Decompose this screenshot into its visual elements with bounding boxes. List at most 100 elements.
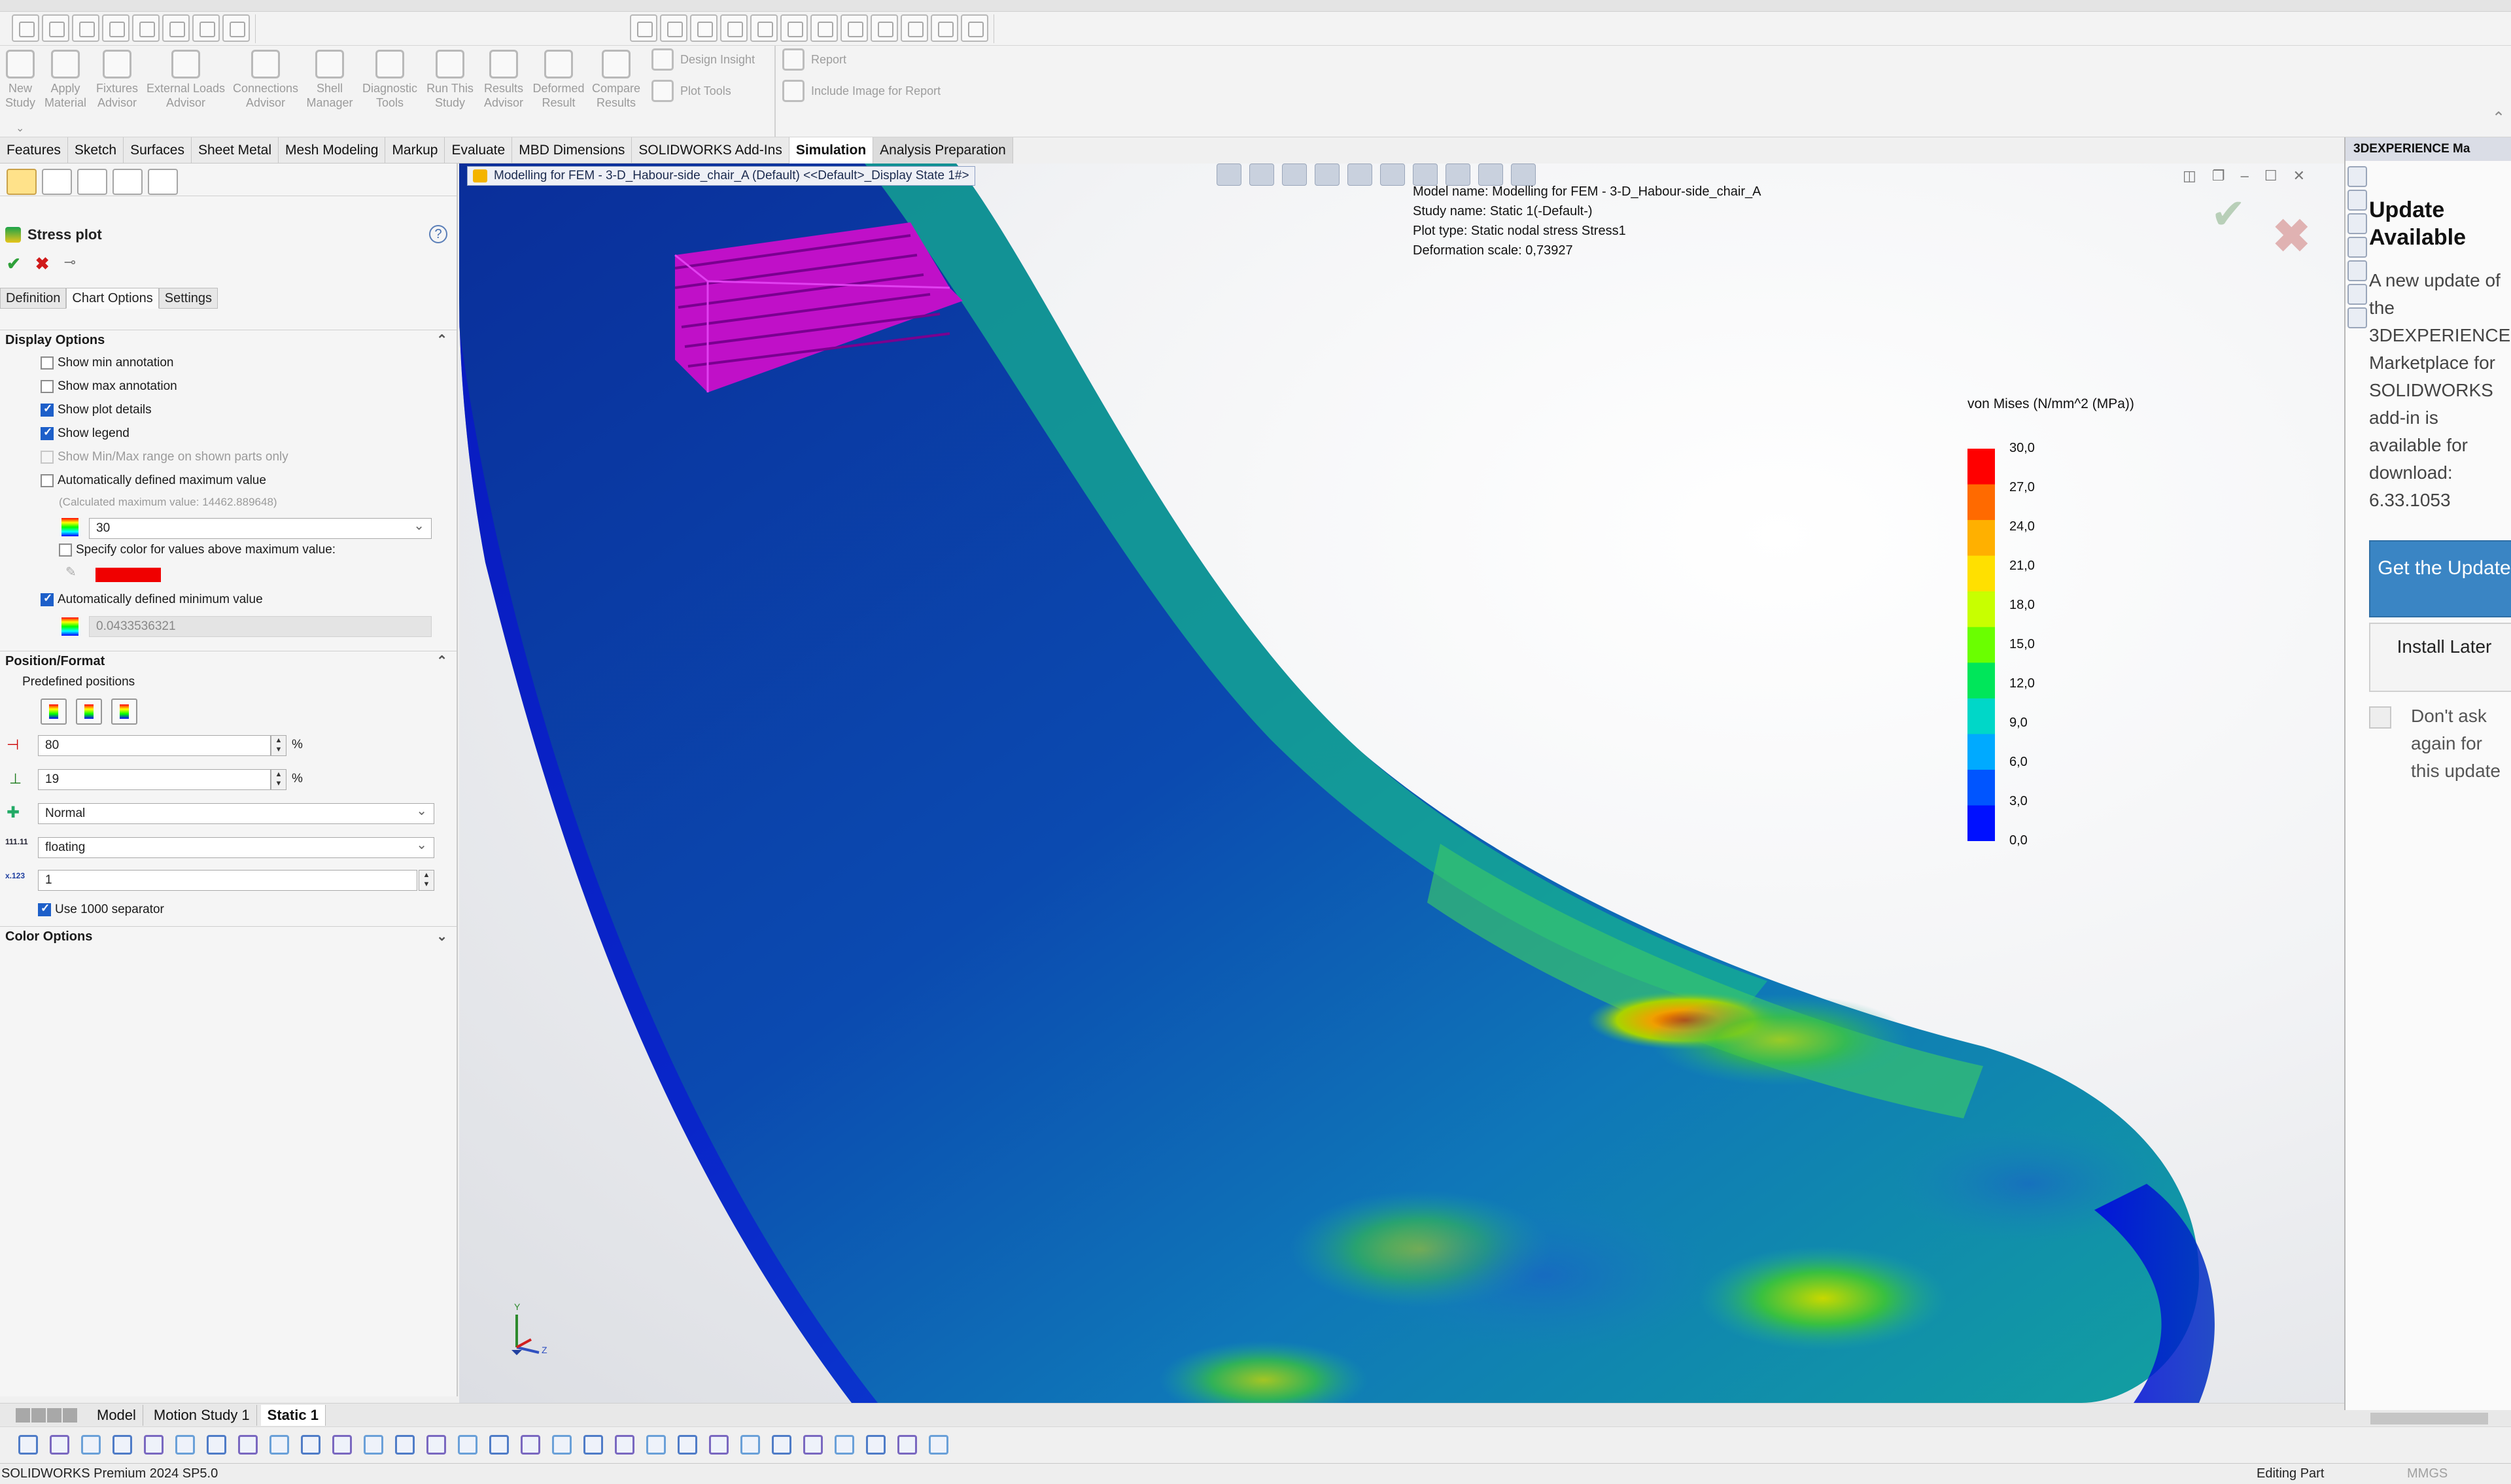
fixtures-advisor-button[interactable]: Fixtures Advisor [92,47,143,110]
chevron-down-icon[interactable]: ⌄ [436,927,447,946]
shell-manager-button[interactable]: Shell Manager [303,47,356,110]
checkbox[interactable] [2369,706,2391,729]
confirm-cancel-icon[interactable]: ✖ [2272,209,2311,263]
tab-evaluate[interactable]: Evaluate [445,137,513,164]
dont-ask-option[interactable]: Don't ask again for this update [2369,702,2511,785]
text-field-icon[interactable] [192,14,220,42]
document-tab[interactable]: Modelling for FEM - 3-D_Habour-side_chai… [467,166,975,186]
show-plot-details-option[interactable]: Show plot details [41,402,152,417]
factor-of-safety-icon[interactable] [615,1435,634,1455]
export-icon[interactable] [772,1435,791,1455]
display-manager-icon[interactable] [148,169,178,195]
plot-tools-button[interactable]: Plot Tools [651,80,731,102]
deformed-result-button[interactable]: Deformed Result [530,47,587,110]
sensors-icon[interactable] [709,1435,729,1455]
decimals-field[interactable]: 1 [38,870,417,891]
tab-mbd-dimensions[interactable]: MBD Dimensions [512,137,632,164]
mesh-icon[interactable] [489,1435,509,1455]
plot-settings-icon[interactable] [269,1435,289,1455]
view-bottom-icon[interactable] [780,14,808,42]
study-manager-icon[interactable] [929,1435,948,1455]
design-insight-button[interactable]: Design Insight [651,48,755,71]
task-pane-header[interactable]: 3DEXPERIENCE Ma [2346,137,2511,161]
tab-markup[interactable]: Markup [385,137,445,164]
stress-icon[interactable] [521,1435,540,1455]
results-advisor-button[interactable]: Results Advisor [479,47,528,110]
above-max-color-swatch[interactable] [95,568,161,582]
external-loads-button[interactable]: External Loads Advisor [144,47,228,110]
text-edit-icon[interactable] [42,14,69,42]
text-align-icon[interactable] [102,14,130,42]
scrollbar-thumb[interactable] [2370,1413,2488,1424]
tab-sketch[interactable]: Sketch [68,137,124,164]
confirm-ok-icon[interactable]: ✔ [2211,190,2246,239]
y-position-stepper[interactable]: ▲ ▼ [271,769,286,790]
install-later-button[interactable]: Install Later [2369,623,2511,692]
report-button[interactable]: Report [782,48,846,71]
probe-icon[interactable] [113,1435,132,1455]
show-min-annotation-option[interactable]: Show min annotation [41,356,173,370]
tab-features[interactable]: Features [0,137,68,164]
connections-advisor-button[interactable]: Connections Advisor [230,47,301,110]
iso-clipping-icon[interactable] [50,1435,69,1455]
minimize-icon[interactable]: – [2241,167,2249,184]
use-1000-separator-option[interactable]: Use 1000 separator [38,902,164,917]
number-format-select[interactable]: floating [38,835,434,858]
checkbox[interactable] [59,544,72,557]
compare-icon[interactable] [175,1435,195,1455]
unit-system[interactable]: MMGS [2407,1464,2448,1483]
compare-results-button[interactable]: Compare Results [589,47,644,110]
view-iso-icon[interactable] [810,14,838,42]
view-split-icon[interactable] [961,14,988,42]
decimals-stepper[interactable]: ▲ ▼ [419,870,434,891]
checkbox[interactable] [41,356,54,370]
collapse-ribbon-icon[interactable]: ⌃ [2492,109,2505,128]
tab-static-study[interactable]: Static 1 [260,1404,326,1426]
show-legend-option[interactable]: Show legend [41,426,130,441]
checkbox[interactable] [41,592,54,606]
position-center-button[interactable] [76,699,102,725]
view-back-icon[interactable] [660,14,687,42]
zoom-to-fit-icon[interactable] [1217,164,1241,186]
color-picker-icon[interactable]: ✎ [65,564,82,582]
x-position-field[interactable]: 80 [38,735,271,756]
help-icon[interactable]: ? [429,225,447,243]
dimxpert-icon[interactable] [113,169,143,195]
tab-surfaces[interactable]: Surfaces [124,137,192,164]
ok-button[interactable]: ✔ [7,254,21,274]
view-normal-icon[interactable] [840,14,868,42]
deformed-icon[interactable] [238,1435,258,1455]
checkbox[interactable] [41,474,54,487]
tab-settings[interactable]: Settings [158,288,218,309]
y-position-field[interactable]: 19 [38,769,271,790]
task-pane-scrollbar[interactable] [2344,1410,2511,1427]
tab-motion-study[interactable]: Motion Study 1 [147,1404,257,1426]
max-value-field[interactable]: 30 [89,516,432,539]
design-check-icon[interactable] [678,1435,697,1455]
view-rotate-icon[interactable] [871,14,898,42]
fatigue-icon[interactable] [646,1435,666,1455]
checkbox[interactable] [41,402,54,417]
results-view-icon[interactable] [835,1435,854,1455]
view-flip-icon[interactable] [901,14,928,42]
show-max-annotation-option[interactable]: Show max annotation [41,379,177,394]
hide-show-icon[interactable] [332,1435,352,1455]
checkbox[interactable] [41,426,54,440]
get-update-button[interactable]: Get the Update [2369,540,2511,617]
tab-definition[interactable]: Definition [0,288,67,309]
text-grid-icon[interactable] [162,14,190,42]
run-study-button[interactable]: Run This Study [424,47,476,110]
plot-filter-icon[interactable] [18,1435,38,1455]
previous-view-icon[interactable] [1282,164,1307,186]
section-clipping-icon[interactable] [81,1435,101,1455]
display-options-header[interactable]: Display Options ⌃ [0,330,457,349]
trend-icon[interactable] [740,1435,760,1455]
view-front-icon[interactable] [630,14,657,42]
tab-sheet-metal[interactable]: Sheet Metal [192,137,279,164]
checkbox[interactable] [38,902,51,916]
new-study-button[interactable]: New Study [3,47,38,110]
display-style-icon[interactable] [1380,164,1405,186]
maximize-icon[interactable]: ☐ [2264,167,2277,184]
x-position-stepper[interactable]: ▲ ▼ [271,735,286,756]
view-top-icon[interactable] [750,14,778,42]
